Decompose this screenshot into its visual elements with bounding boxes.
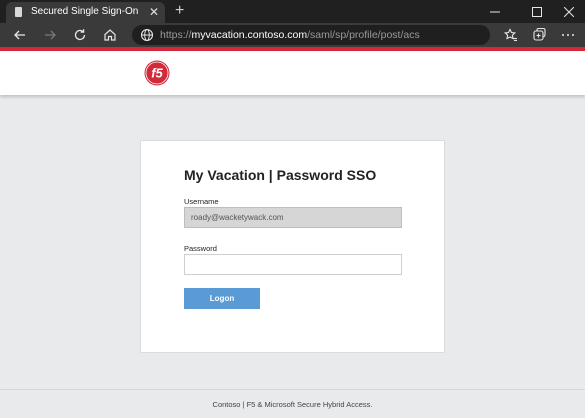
refresh-icon[interactable] bbox=[71, 26, 89, 44]
logon-button[interactable]: Logon bbox=[184, 288, 260, 309]
login-card: My Vacation | Password SSO Username road… bbox=[140, 140, 445, 353]
title-bar: Secured Single Sign-On ✕ + bbox=[0, 0, 585, 23]
f5-logo: f5 bbox=[144, 60, 170, 86]
page-footer: Contoso | F5 & Microsoft Secure Hybrid A… bbox=[0, 389, 585, 418]
back-icon[interactable] bbox=[11, 26, 29, 44]
browser-tab[interactable]: Secured Single Sign-On ✕ bbox=[6, 2, 165, 23]
url-path: /saml/sp/profile/post/acs bbox=[307, 29, 420, 41]
more-options-icon[interactable] bbox=[559, 26, 577, 44]
browser-window: Secured Single Sign-On ✕ + https://myvac… bbox=[0, 0, 585, 418]
svg-text:f5: f5 bbox=[151, 66, 163, 81]
collections-icon[interactable] bbox=[531, 26, 549, 44]
tab-title: Secured Single Sign-On bbox=[31, 6, 139, 17]
close-icon[interactable] bbox=[551, 0, 585, 23]
page-icon bbox=[15, 7, 22, 17]
minimize-icon[interactable] bbox=[477, 0, 513, 23]
home-icon[interactable] bbox=[101, 26, 119, 44]
address-bar[interactable]: https://myvacation.contoso.com/saml/sp/p… bbox=[132, 25, 490, 45]
footer-text: Contoso | F5 & Microsoft Secure Hybrid A… bbox=[212, 400, 373, 409]
password-field[interactable] bbox=[184, 254, 402, 275]
username-label: Username bbox=[184, 197, 219, 206]
url-protocol: https:// bbox=[160, 29, 192, 41]
site-header: f5 bbox=[0, 51, 585, 95]
url-host: myvacation.contoso.com bbox=[191, 29, 308, 41]
url-text: https://myvacation.contoso.com/saml/sp/p… bbox=[160, 29, 420, 41]
new-tab-button[interactable]: + bbox=[175, 1, 184, 21]
navigation-bar: https://myvacation.contoso.com/saml/sp/p… bbox=[0, 23, 585, 47]
page-title: My Vacation | Password SSO bbox=[184, 167, 377, 183]
globe-icon bbox=[140, 28, 154, 42]
tab-close-icon[interactable]: ✕ bbox=[149, 4, 159, 20]
password-label: Password bbox=[184, 244, 217, 253]
maximize-icon[interactable] bbox=[519, 0, 555, 23]
forward-icon[interactable] bbox=[41, 26, 59, 44]
favorites-icon[interactable] bbox=[502, 26, 520, 44]
username-field[interactable]: roady@wacketywack.com bbox=[184, 207, 402, 228]
page-content: f5 My Vacation | Password SSO Username r… bbox=[0, 47, 585, 418]
